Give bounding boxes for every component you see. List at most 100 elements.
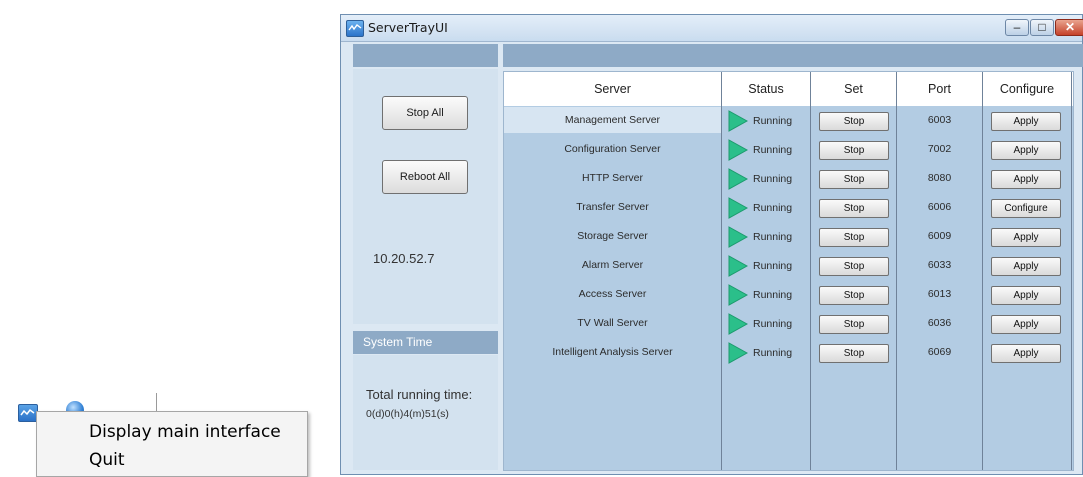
configure-server-button[interactable]: Apply xyxy=(991,112,1061,131)
column-header-configure: Configure xyxy=(999,82,1055,96)
play-triangle-icon xyxy=(728,313,748,335)
server-name: Storage Server xyxy=(577,230,648,242)
table-row[interactable]: Storage Server Running Stop 6009 Apply xyxy=(504,222,1073,251)
stop-server-button[interactable]: Stop xyxy=(819,170,889,189)
maximize-button[interactable]: □ xyxy=(1030,19,1054,36)
menu-item-quit[interactable]: Quit xyxy=(89,450,125,470)
play-triangle-icon xyxy=(728,197,748,219)
stop-server-button[interactable]: Stop xyxy=(819,112,889,131)
table-row[interactable]: Configuration Server Running Stop 7002 Apply xyxy=(504,135,1073,164)
column-header-status: Status xyxy=(748,82,784,96)
right-panel-header xyxy=(503,44,1083,67)
close-icon: ✕ xyxy=(1064,20,1076,34)
status-text: Running xyxy=(753,289,793,301)
configure-server-button[interactable]: Apply xyxy=(991,286,1061,305)
table-row[interactable]: Transfer Server Running Stop 6006 Configure xyxy=(504,193,1073,222)
play-triangle-icon xyxy=(728,226,748,248)
port-value: 6009 xyxy=(927,230,952,242)
server-tray-icon[interactable] xyxy=(18,404,38,422)
status-cell: Running xyxy=(728,342,808,364)
status-text: Running xyxy=(753,347,793,359)
status-cell: Running xyxy=(728,139,808,161)
stop-server-button[interactable]: Stop xyxy=(819,286,889,305)
status-cell: Running xyxy=(728,197,808,219)
port-value: 6006 xyxy=(927,201,952,213)
configure-server-button[interactable]: Apply xyxy=(991,315,1061,334)
system-time-title: System Time xyxy=(363,335,433,349)
tray-divider xyxy=(156,393,157,411)
status-text: Running xyxy=(753,115,793,127)
play-triangle-icon xyxy=(728,139,748,161)
column-header-set: Set xyxy=(844,82,863,96)
server-name: Configuration Server xyxy=(564,143,661,155)
configure-server-button[interactable]: Apply xyxy=(991,344,1061,363)
table-row[interactable]: TV Wall Server Running Stop 6036 Apply xyxy=(504,309,1073,338)
stop-server-button[interactable]: Stop xyxy=(819,199,889,218)
port-value: 6003 xyxy=(927,114,952,126)
status-text: Running xyxy=(753,173,793,185)
total-running-time-label: Total running time: xyxy=(366,387,473,402)
status-cell: Running xyxy=(728,284,808,306)
server-name: Access Server xyxy=(578,288,647,300)
total-running-time-value: 0(d)0(h)4(m)51(s) xyxy=(366,408,449,420)
stop-server-button[interactable]: Stop xyxy=(819,257,889,276)
server-name: Intelligent Analysis Server xyxy=(552,346,673,358)
title-bar[interactable]: ServerTrayUI – □ ✕ xyxy=(341,15,1083,42)
table-row[interactable]: Access Server Running Stop 6013 Apply xyxy=(504,280,1073,309)
server-name: Alarm Server xyxy=(581,259,644,271)
status-text: Running xyxy=(753,144,793,156)
status-cell: Running xyxy=(728,226,808,248)
configure-server-button[interactable]: Apply xyxy=(991,257,1061,276)
stop-server-button[interactable]: Stop xyxy=(819,344,889,363)
configure-server-button[interactable]: Apply xyxy=(991,141,1061,160)
minimize-icon: – xyxy=(1013,20,1021,34)
server-tray-window: ServerTrayUI – □ ✕ Stop All Reboot All 1… xyxy=(340,14,1083,475)
window-title: ServerTrayUI xyxy=(368,20,448,35)
maximize-icon: □ xyxy=(1038,20,1046,34)
status-cell: Running xyxy=(728,110,808,132)
table-row[interactable]: Management Server Running Stop 6003 Apply xyxy=(504,106,1073,135)
port-value: 8080 xyxy=(927,172,952,184)
port-value: 6013 xyxy=(927,288,952,300)
table-row[interactable]: Alarm Server Running Stop 6033 Apply xyxy=(504,251,1073,280)
play-triangle-icon xyxy=(728,284,748,306)
configure-server-button[interactable]: Apply xyxy=(991,228,1061,247)
port-value: 6036 xyxy=(927,317,952,329)
table-header-row: Server Status Set Port Configure xyxy=(504,72,1073,106)
system-time-header: System Time xyxy=(353,331,498,354)
stop-server-button[interactable]: Stop xyxy=(819,141,889,160)
close-button[interactable]: ✕ xyxy=(1055,19,1083,36)
status-text: Running xyxy=(753,260,793,272)
server-name: Management Server xyxy=(564,114,661,126)
table-row[interactable]: HTTP Server Running Stop 8080 Apply xyxy=(504,164,1073,193)
status-cell: Running xyxy=(728,313,808,335)
stop-all-button[interactable]: Stop All xyxy=(382,96,468,130)
port-value: 6033 xyxy=(927,259,952,271)
menu-item-display-main-interface[interactable]: Display main interface xyxy=(89,422,281,442)
column-header-port: Port xyxy=(928,82,951,96)
server-name: TV Wall Server xyxy=(577,317,648,329)
play-triangle-icon xyxy=(728,168,748,190)
server-name: Transfer Server xyxy=(576,201,649,213)
status-cell: Running xyxy=(728,255,808,277)
status-text: Running xyxy=(753,202,793,214)
configure-server-button[interactable]: Apply xyxy=(991,170,1061,189)
stop-server-button[interactable]: Stop xyxy=(819,315,889,334)
table-row[interactable]: Intelligent Analysis Server Running Stop 60… xyxy=(504,338,1073,367)
configure-server-button[interactable]: Configure xyxy=(991,199,1061,218)
status-text: Running xyxy=(753,318,793,330)
stop-server-button[interactable]: Stop xyxy=(819,228,889,247)
minimize-button[interactable]: – xyxy=(1005,19,1029,36)
ip-address: 10.20.52.7 xyxy=(373,251,435,266)
status-text: Running xyxy=(753,231,793,243)
play-triangle-icon xyxy=(728,255,748,277)
app-icon xyxy=(346,20,364,37)
reboot-all-button[interactable]: Reboot All xyxy=(382,160,468,194)
column-header-server: Server xyxy=(594,82,631,96)
play-triangle-icon xyxy=(728,110,748,132)
server-table: Server Status Set Port Configure Managem… xyxy=(503,71,1074,471)
status-cell: Running xyxy=(728,168,808,190)
left-panel-header xyxy=(353,44,498,67)
port-value: 6069 xyxy=(927,346,952,358)
port-value: 7002 xyxy=(927,143,952,155)
